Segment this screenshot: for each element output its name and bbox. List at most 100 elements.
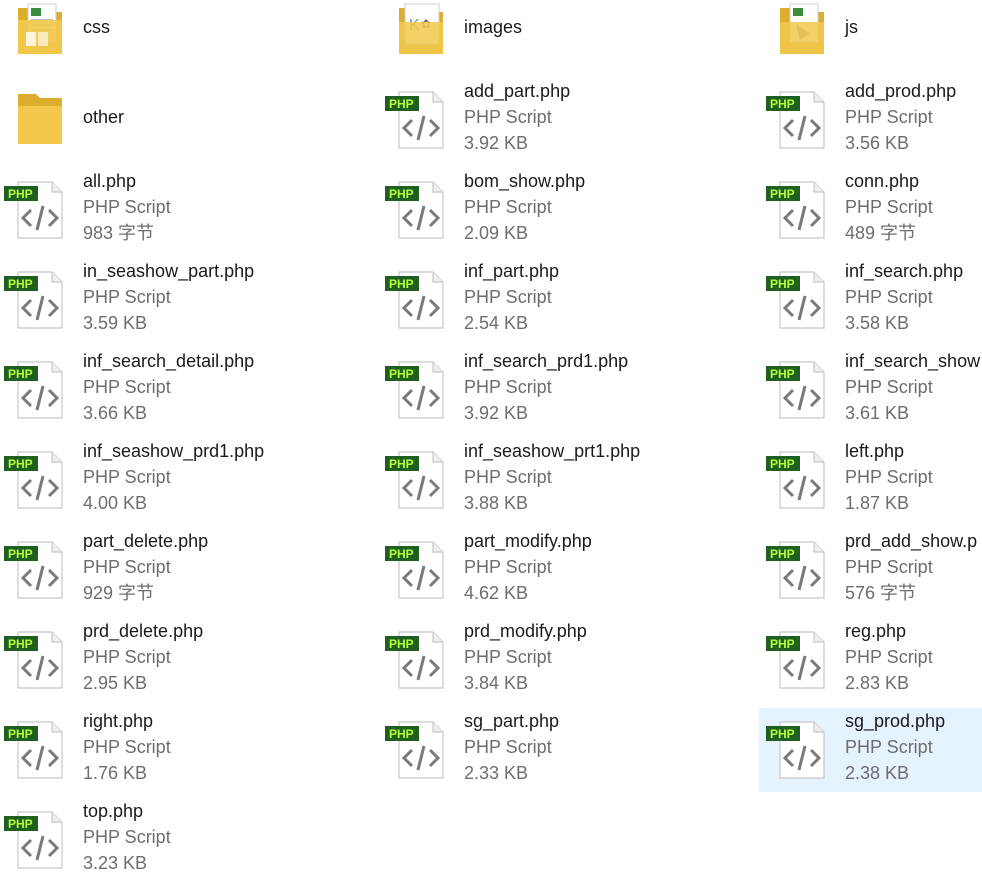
file-item[interactable]: PHP inf_part.php PHP Script 2.54 KB: [381, 258, 763, 336]
php-file-icon: PHP: [385, 266, 453, 334]
file-item[interactable]: PHP inf_seashow_prd1.php PHP Script 4.00 K…: [0, 438, 382, 516]
svg-text:PHP: PHP: [389, 637, 414, 651]
file-name: prd_add_show.p: [845, 531, 978, 551]
file-type: PHP Script: [464, 197, 552, 217]
file-item[interactable]: PHP part_modify.php PHP Script 4.62 KB: [381, 528, 763, 606]
file-item[interactable]: PHP bom_show.php PHP Script 2.09 KB: [381, 168, 763, 246]
file-name: inf_search_prd1.php: [464, 351, 629, 371]
file-size: 983 字节: [83, 223, 155, 243]
file-type: PHP Script: [83, 647, 171, 667]
file-item[interactable]: PHP reg.php PHP Script 2.83 KB: [762, 618, 982, 696]
file-item[interactable]: PHP part_delete.php PHP Script 929 字节: [0, 528, 382, 606]
file-size: 2.38 KB: [845, 763, 910, 783]
php-file-icon: PHP: [4, 446, 72, 514]
file-size: 4.00 KB: [83, 493, 148, 513]
file-item[interactable]: PHP add_prod.php PHP Script 3.56 KB: [762, 78, 982, 156]
svg-text:PHP: PHP: [8, 727, 33, 741]
file-name: right.php: [83, 711, 154, 731]
file-item[interactable]: PHP inf_search_show PHP Script 3.61 KB: [762, 348, 982, 426]
folder-name: js: [845, 17, 858, 37]
php-file-icon: PHP: [4, 176, 72, 244]
php-file-icon: PHP: [766, 626, 834, 694]
file-explorer-tile-view: css K ✿ images js: [0, 0, 982, 873]
php-file-icon: PHP: [4, 356, 72, 424]
file-size: 2.09 KB: [464, 223, 529, 243]
file-item[interactable]: PHP prd_delete.php PHP Script 2.95 KB: [0, 618, 382, 696]
file-type: PHP Script: [845, 557, 933, 577]
file-item[interactable]: PHP conn.php PHP Script 489 字节: [762, 168, 982, 246]
file-item[interactable]: PHP all.php PHP Script 983 字节: [0, 168, 382, 246]
php-file-icon: PHP: [766, 356, 834, 424]
file-size: 3.88 KB: [464, 493, 529, 513]
file-name: top.php: [83, 801, 144, 821]
folder-icon: K ✿: [385, 0, 453, 62]
file-type: PHP Script: [464, 287, 552, 307]
svg-text:PHP: PHP: [8, 457, 33, 471]
folder-icon: [4, 0, 72, 62]
file-size: 3.23 KB: [83, 853, 148, 873]
file-type: PHP Script: [845, 107, 933, 127]
file-item[interactable]: PHP inf_search_prd1.php PHP Script 3.92 KB: [381, 348, 763, 426]
file-item[interactable]: PHP sg_prod.php PHP Script 2.38 KB: [759, 708, 982, 792]
file-type: PHP Script: [464, 107, 552, 127]
file-name: all.php: [83, 171, 137, 191]
file-size: 3.61 KB: [845, 403, 910, 423]
php-file-icon: PHP: [766, 176, 834, 244]
file-name: bom_show.php: [464, 171, 586, 191]
file-item[interactable]: PHP in_seashow_part.php PHP Script 3.59 KB: [0, 258, 382, 336]
file-name: sg_prod.php: [845, 711, 946, 731]
php-file-icon: PHP: [4, 806, 72, 874]
folder-item-images[interactable]: K ✿ images: [381, 0, 763, 78]
file-name: inf_search_detail.php: [83, 351, 255, 371]
php-file-icon: PHP: [385, 716, 453, 784]
file-item[interactable]: PHP sg_part.php PHP Script 2.33 KB: [381, 708, 763, 786]
file-type: PHP Script: [464, 377, 552, 397]
file-type: PHP Script: [464, 467, 552, 487]
file-size: 1.87 KB: [845, 493, 910, 513]
folder-item-js[interactable]: js: [762, 0, 982, 78]
svg-text:PHP: PHP: [389, 457, 414, 471]
file-item[interactable]: PHP inf_seashow_prt1.php PHP Script 3.88 K…: [381, 438, 763, 516]
file-type: PHP Script: [845, 737, 933, 757]
svg-text:PHP: PHP: [770, 187, 795, 201]
svg-text:PHP: PHP: [389, 547, 414, 561]
file-name: left.php: [845, 441, 905, 461]
php-file-icon: PHP: [385, 356, 453, 424]
file-name: reg.php: [845, 621, 907, 641]
file-item[interactable]: PHP inf_search.php PHP Script 3.58 KB: [762, 258, 982, 336]
svg-text:PHP: PHP: [8, 547, 33, 561]
svg-text:PHP: PHP: [389, 277, 414, 291]
file-type: PHP Script: [83, 377, 171, 397]
file-name: part_delete.php: [83, 531, 209, 551]
file-item[interactable]: PHP right.php PHP Script 1.76 KB: [0, 708, 382, 786]
file-item[interactable]: PHP inf_search_detail.php PHP Script 3.66 …: [0, 348, 382, 426]
file-size: 3.92 KB: [464, 133, 529, 153]
file-size: 2.95 KB: [83, 673, 148, 693]
folder-item-css[interactable]: css: [0, 0, 382, 78]
file-item[interactable]: PHP left.php PHP Script 1.87 KB: [762, 438, 982, 516]
file-type: PHP Script: [464, 737, 552, 757]
file-name: inf_search_show: [845, 351, 981, 371]
file-item[interactable]: PHP add_part.php PHP Script 3.92 KB: [381, 78, 763, 156]
file-name: in_seashow_part.php: [83, 261, 255, 281]
folder-name: images: [464, 17, 523, 37]
php-file-icon: PHP: [4, 716, 72, 784]
file-size: 576 字节: [845, 583, 917, 603]
php-file-icon: PHP: [4, 536, 72, 604]
file-item[interactable]: PHP top.php PHP Script 3.23 KB: [0, 798, 382, 876]
file-item[interactable]: PHP prd_add_show.p PHP Script 576 字节: [762, 528, 982, 606]
file-size: 489 字节: [845, 223, 917, 243]
file-type: PHP Script: [845, 287, 933, 307]
file-size: 3.84 KB: [464, 673, 529, 693]
file-type: PHP Script: [845, 647, 933, 667]
php-file-icon: PHP: [385, 86, 453, 154]
svg-text:PHP: PHP: [770, 367, 795, 381]
folder-item-other[interactable]: other: [0, 90, 382, 168]
file-name: prd_modify.php: [464, 621, 587, 641]
folder-icon: [766, 0, 834, 62]
svg-text:PHP: PHP: [770, 727, 795, 741]
file-type: PHP Script: [464, 647, 552, 667]
file-item[interactable]: PHP prd_modify.php PHP Script 3.84 KB: [381, 618, 763, 696]
file-name: inf_seashow_prd1.php: [83, 441, 265, 461]
svg-text:PHP: PHP: [389, 97, 414, 111]
